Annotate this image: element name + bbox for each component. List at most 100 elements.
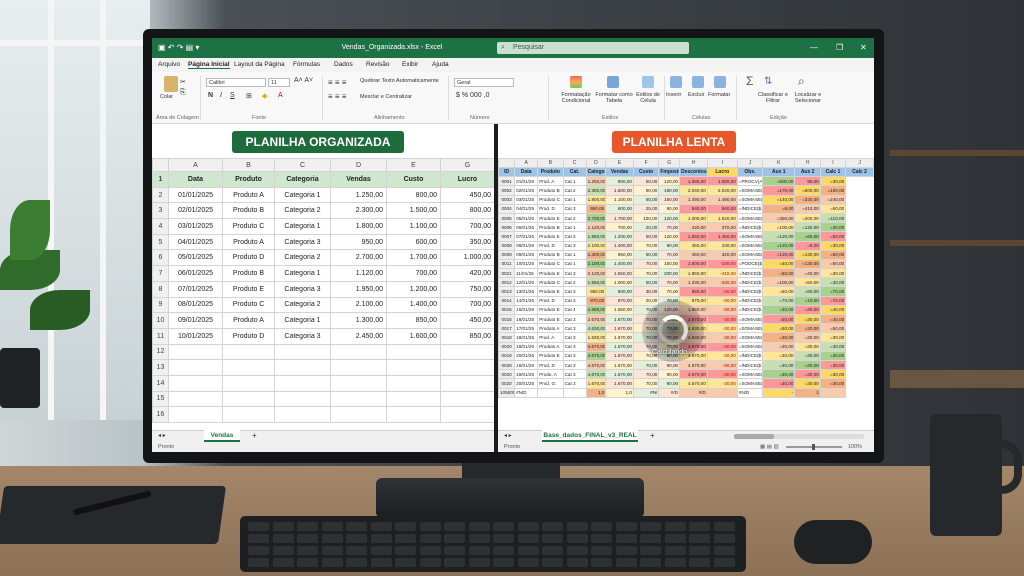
add-sheet-icon[interactable]: +	[252, 431, 257, 440]
table-cell[interactable]: 1.100,00	[605, 194, 634, 205]
table-cell[interactable]: Produto A	[222, 186, 275, 204]
row-id[interactable]: 0009	[498, 240, 516, 251]
row-number[interactable]: 16	[152, 406, 169, 423]
table-cell[interactable]: =ÍNDICE($..	[736, 350, 764, 361]
header-cell[interactable]: Custo	[386, 171, 441, 188]
align-top-icon[interactable]: ≡ ≡ ≡	[328, 78, 346, 87]
tab-exibir[interactable]: Exibir	[402, 61, 418, 68]
tab-arquivo[interactable]: Arquivo	[158, 61, 180, 68]
tab-revisao[interactable]: Revisão	[366, 61, 389, 68]
table-cell[interactable]: 50,00	[632, 231, 660, 242]
table-cell[interactable]: 100,00	[632, 212, 660, 224]
row-id[interactable]: 0011	[498, 258, 516, 270]
table-cell[interactable]: 840,00	[679, 203, 708, 214]
table-cell[interactable]: Cat 3	[562, 295, 587, 306]
table-cell[interactable]: Cat 3	[562, 350, 587, 361]
table-cell[interactable]: -30,00	[706, 286, 738, 297]
table-cell[interactable]: 70,00	[658, 222, 681, 233]
insert-icon[interactable]	[670, 76, 682, 88]
table-cell[interactable]	[168, 406, 223, 423]
row-number[interactable]: 1	[152, 171, 169, 188]
column-header[interactable]: H	[679, 158, 708, 168]
column-header[interactable]: D	[330, 158, 387, 172]
table-cell[interactable]: 15/01/25	[514, 304, 539, 316]
column-header[interactable]: F	[632, 158, 660, 168]
table-cell[interactable]: =SOMASE($..	[736, 378, 764, 389]
underline-icon[interactable]: S	[230, 92, 235, 99]
table-cell[interactable]: =SOMASE($..	[736, 185, 764, 196]
row-id[interactable]: 0014	[498, 295, 516, 306]
table-cell[interactable]: 10/01/2025	[168, 327, 223, 345]
table-cell[interactable]: Cat 3	[562, 369, 587, 380]
table-cell[interactable]: =30,00	[762, 359, 796, 371]
select-all[interactable]	[498, 158, 516, 168]
table-cell[interactable]: 120,00	[658, 212, 681, 224]
table-cell[interactable]: =40,00	[762, 258, 796, 270]
table-cell[interactable]: =70,00	[762, 295, 796, 306]
table-cell[interactable]: =SOMASE($..	[736, 194, 764, 205]
table-cell[interactable]: 2.120,00	[585, 268, 607, 279]
scrollbar-thumb[interactable]	[734, 434, 774, 439]
table-cell[interactable]: 08/01/2025	[168, 296, 223, 314]
table-cell[interactable]: 700,00	[386, 265, 441, 282]
table-cell[interactable]: 20/01/25	[514, 378, 539, 389]
table-cell[interactable]: Produto C	[537, 277, 564, 288]
table-cell[interactable]: =30,00	[794, 341, 821, 352]
table-cell[interactable]: 2.300,00	[585, 185, 607, 196]
table-cell[interactable]: 4.670,00	[585, 359, 607, 371]
table-cell[interactable]: #N/	[632, 387, 660, 398]
table-cell[interactable]: Prod. G.	[537, 378, 564, 389]
table-cell[interactable]: 950,00	[585, 203, 607, 214]
table-cell[interactable]: =SOMASE($..	[736, 212, 764, 224]
table-cell[interactable]: =SOMASE($..	[736, 332, 764, 343]
table-cell[interactable]: 18/01/25	[514, 332, 539, 343]
table-cell[interactable]	[440, 390, 495, 408]
table-cell[interactable]: 19/01/25	[514, 341, 539, 352]
column-header[interactable]: E	[386, 158, 441, 172]
table-cell[interactable]	[222, 343, 275, 361]
header-cell[interactable]: Calc 1	[819, 166, 847, 178]
table-cell[interactable]	[386, 390, 441, 408]
table-cell[interactable]: =ÍNDICE($..	[736, 286, 764, 297]
tab-dados[interactable]: Dados	[334, 61, 353, 68]
row-id[interactable]: 0015	[498, 304, 516, 316]
table-cell[interactable]: =80,00	[794, 286, 821, 297]
table-cell[interactable]: #N/D	[514, 387, 539, 398]
row-id[interactable]: 0018	[498, 332, 516, 343]
table-cell[interactable]: 20/01/25	[514, 350, 539, 361]
row-number[interactable]: 7	[152, 265, 169, 282]
table-cell[interactable]: 1.000,00	[679, 212, 708, 224]
table-cell[interactable]: =120,00	[794, 222, 821, 233]
table-cell[interactable]: 03/01/2025	[168, 218, 223, 235]
tab-pagina-inicial[interactable]: Página Inicial	[188, 61, 230, 69]
table-cell[interactable]: 20,00	[632, 295, 660, 306]
table-cell[interactable]: 70,00	[658, 286, 681, 297]
table-cell[interactable]: =50,00	[762, 268, 796, 279]
table-cell[interactable]: 80,00	[632, 185, 660, 196]
table-cell[interactable]: 420,00	[679, 222, 708, 233]
table-cell[interactable]	[168, 359, 223, 376]
table-cell[interactable]: Prod. D	[537, 359, 564, 371]
cut-icon[interactable]: ✂	[180, 78, 186, 86]
table-cell[interactable]: =170,00	[762, 185, 796, 196]
table-cell[interactable]: -30,00	[706, 295, 738, 306]
table-cell[interactable]: Prod. D	[537, 240, 564, 251]
table-cell[interactable]: Produto A	[537, 323, 564, 334]
sheet-nav-icons[interactable]: ◂ ▸	[504, 432, 512, 439]
table-cell[interactable]: 1.650,00	[605, 304, 634, 316]
table-cell[interactable]: =70,00	[819, 295, 847, 306]
header-cell[interactable]: Aux 1	[762, 166, 796, 178]
header-cell[interactable]: Cat.	[562, 166, 587, 178]
table-cell[interactable]: =50,00	[819, 258, 847, 270]
column-header[interactable]: D	[585, 158, 607, 168]
row-id[interactable]: 0019	[498, 350, 516, 361]
table-cell[interactable]: 1.700,00	[386, 249, 441, 267]
table-cell[interactable]: 70,00	[658, 277, 681, 288]
table-cell[interactable]: =70,00	[819, 286, 847, 297]
table-cell[interactable]: Produto A	[222, 233, 275, 251]
table-cell[interactable]: Produto D	[222, 327, 275, 345]
table-cell[interactable]	[168, 390, 223, 408]
row-number[interactable]: 6	[152, 249, 169, 267]
table-cell[interactable]: 1.400,00	[605, 240, 634, 251]
table-cell[interactable]	[562, 387, 587, 398]
